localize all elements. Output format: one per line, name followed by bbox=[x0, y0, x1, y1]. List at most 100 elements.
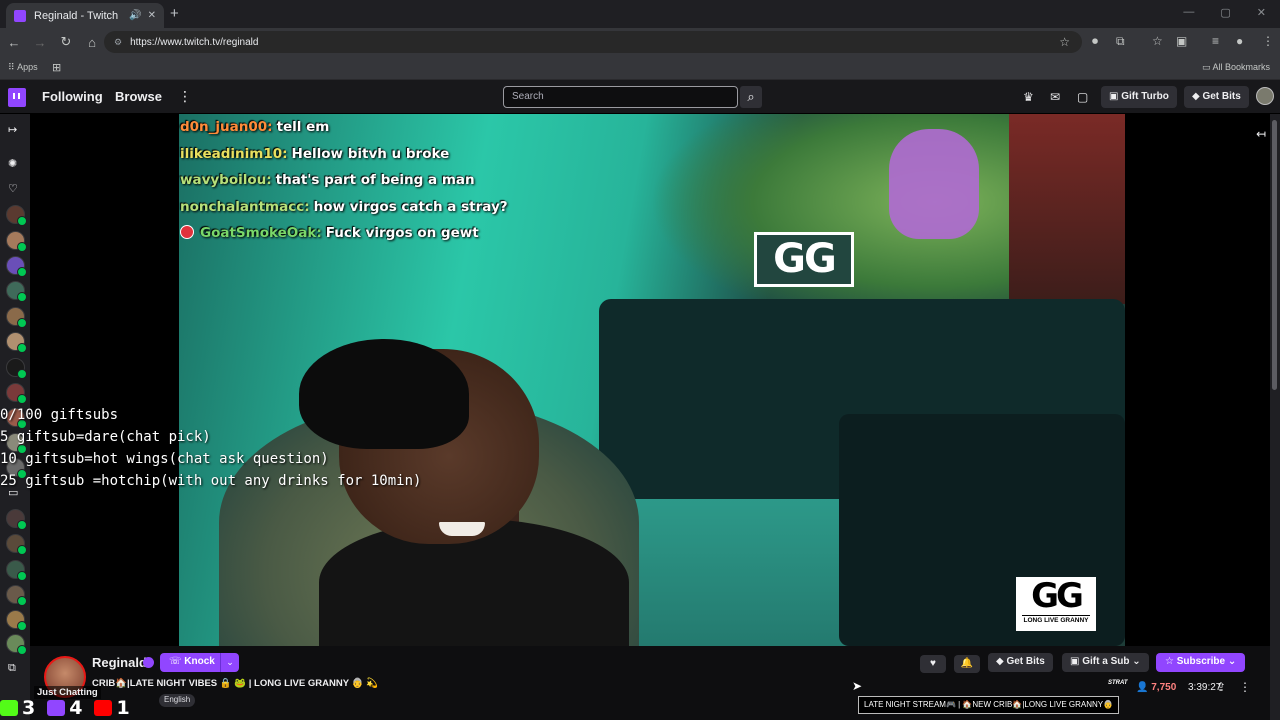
all-bookmarks[interactable]: ▭ All Bookmarks bbox=[1202, 62, 1270, 73]
maximize-icon[interactable]: ▢ bbox=[1220, 6, 1230, 19]
extension-record-icon[interactable]: ⏺ bbox=[1092, 34, 1098, 49]
user-avatar[interactable] bbox=[1256, 87, 1274, 105]
notifications-bell-icon[interactable]: 🔔 bbox=[954, 655, 980, 673]
gift-turbo-button[interactable]: ▣ Gift Turbo bbox=[1101, 86, 1177, 108]
channel-avatar[interactable] bbox=[6, 509, 27, 530]
window-controls: — ▢ ✕ bbox=[1183, 6, 1266, 19]
channel-avatar[interactable] bbox=[6, 383, 27, 404]
page-scrollbar[interactable] bbox=[1270, 114, 1280, 720]
twitch-count: 4 bbox=[69, 697, 83, 719]
channel-avatar[interactable] bbox=[6, 307, 27, 328]
get-bits-label: Get Bits bbox=[1202, 91, 1241, 102]
video-player[interactable]: GG d0n_juan00: tell em ilikeadinim10: Hell… bbox=[30, 114, 1270, 646]
apps-bookmark[interactable]: ⠿ Apps bbox=[8, 62, 38, 73]
channel-avatar[interactable] bbox=[6, 205, 27, 226]
apps-label: Apps bbox=[17, 62, 38, 72]
browser-tab[interactable]: Reginald - Twitch 🔊 ✕ bbox=[6, 3, 164, 28]
gift-sub-button[interactable]: ▣ Gift a Sub ⌄ bbox=[1062, 653, 1149, 672]
gg-overlay-logo: GG LONG LIVE GRANNY bbox=[1016, 577, 1096, 631]
clip-icon[interactable]: ⧉ bbox=[8, 662, 16, 675]
channel-avatar[interactable] bbox=[6, 634, 27, 655]
site-info-icon[interactable]: ⚙ bbox=[114, 37, 122, 48]
minimize-icon[interactable]: — bbox=[1183, 6, 1194, 19]
channel-avatar[interactable] bbox=[6, 231, 27, 252]
channel-avatar[interactable] bbox=[6, 585, 27, 606]
language-tag[interactable]: English bbox=[159, 694, 196, 707]
get-bits-label: Get Bits bbox=[1006, 656, 1045, 667]
channel-avatar[interactable] bbox=[6, 256, 27, 277]
url-input[interactable]: ⚙ https://www.twitch.tv/reginald ☆ bbox=[104, 31, 1082, 53]
inbox-icon[interactable]: ✉ bbox=[1050, 90, 1060, 104]
chat-username: d0n_juan00: bbox=[180, 119, 273, 135]
gift-goal-line: 10 giftsub=hot wings(chat ask question) bbox=[0, 451, 329, 467]
close-window-icon[interactable]: ✕ bbox=[1257, 6, 1266, 19]
recommended-icon[interactable]: ✺ bbox=[8, 157, 17, 170]
home-icon[interactable]: ⌂ bbox=[80, 35, 104, 50]
knock-button[interactable]: ☏ Knock bbox=[160, 653, 224, 672]
heart-icon[interactable]: ♡ bbox=[8, 182, 18, 195]
chat-text: how virgos catch a stray? bbox=[313, 198, 508, 215]
get-bits-button[interactable]: ◆ Get Bits bbox=[1184, 86, 1249, 108]
tab-title: Reginald - Twitch bbox=[34, 9, 119, 22]
scrollbar-thumb[interactable] bbox=[1272, 120, 1277, 390]
collections-icon[interactable]: ▣ bbox=[1176, 34, 1187, 48]
kick-icon bbox=[0, 700, 18, 716]
speaker-icon[interactable]: 🔊 bbox=[129, 10, 141, 21]
viewer-count: 👤 7,750 bbox=[1136, 682, 1177, 693]
extensions-puzzle-icon[interactable]: ⧉ bbox=[1116, 34, 1125, 49]
channel-avatar[interactable] bbox=[6, 534, 27, 555]
nav-browse[interactable]: Browse bbox=[115, 89, 162, 104]
nav-following[interactable]: Following bbox=[42, 89, 103, 104]
wall-gg-sign: GG bbox=[754, 232, 854, 287]
chat-message: wavyboilou: that's part of being a man bbox=[180, 171, 510, 191]
channel-avatar[interactable] bbox=[6, 560, 27, 581]
stream-title: CRIB🏠|LATE NIGHT VIBES 🔒 🐸 | LONG LIVE G… bbox=[92, 678, 378, 689]
stream-info-bar: Reginald ☏ Knock ⌄ CRIB🏠|LATE NIGHT VIBE… bbox=[0, 646, 1270, 720]
all-bookmarks-label: All Bookmarks bbox=[1212, 62, 1270, 72]
channel-avatar[interactable] bbox=[6, 281, 27, 302]
chat-username: nonchalantmacc: bbox=[180, 198, 310, 215]
twitch-logo-icon[interactable] bbox=[8, 88, 26, 107]
browser-tabbar: Reginald - Twitch 🔊 ✕ + — ▢ ✕ bbox=[0, 0, 1280, 28]
reload-icon[interactable]: ↻ bbox=[54, 34, 78, 50]
new-tab-icon[interactable]: + bbox=[170, 5, 179, 22]
channel-avatar[interactable] bbox=[6, 332, 27, 353]
chat-text: Hellow bitvh u broke bbox=[291, 145, 450, 162]
search-input[interactable]: Search bbox=[503, 86, 738, 108]
crown-icon[interactable]: ♛ bbox=[1023, 90, 1034, 104]
browser-menu-icon[interactable]: ⋮ bbox=[1262, 34, 1274, 48]
expand-sidebar-icon[interactable]: ↦ bbox=[8, 123, 17, 136]
follow-heart-icon[interactable]: ♥ bbox=[920, 655, 946, 673]
chat-message: GoatSmokeOak: Fuck virgos on gewt bbox=[180, 224, 510, 244]
streamer-name[interactable]: Reginald bbox=[92, 655, 147, 670]
chat-text: that's part of being a man bbox=[275, 172, 475, 188]
more-options-icon[interactable]: ⋮ bbox=[1239, 680, 1251, 694]
whispers-icon[interactable]: ▢ bbox=[1077, 90, 1088, 104]
forward-icon[interactable]: → bbox=[28, 35, 52, 50]
close-tab-icon[interactable]: ✕ bbox=[148, 10, 156, 21]
get-bits-button[interactable]: ◆ Get Bits bbox=[988, 653, 1053, 672]
favorites-icon[interactable]: ☆ bbox=[1152, 34, 1163, 48]
collapse-chat-icon[interactable]: ↤ bbox=[1256, 127, 1266, 141]
bookmark-star-icon[interactable]: ☆ bbox=[1059, 35, 1070, 49]
channel-avatar[interactable] bbox=[6, 358, 27, 379]
menu-lines-icon[interactable]: ≡ bbox=[1212, 34, 1219, 48]
profile-icon[interactable]: ● bbox=[1236, 34, 1243, 48]
more-menu-icon[interactable]: ⋮ bbox=[178, 88, 192, 105]
verified-badge-icon bbox=[143, 657, 154, 668]
wall-red-panel bbox=[1009, 114, 1125, 304]
chat-overlay: d0n_juan00: tell em ilikeadinim10: Hellow … bbox=[180, 118, 510, 251]
back-icon[interactable]: ← bbox=[2, 35, 26, 50]
kick-count: 3 bbox=[22, 697, 36, 719]
subscribe-button[interactable]: ☆ Subscribe ⌄ bbox=[1156, 653, 1246, 672]
grid-icon[interactable]: ⊞ bbox=[52, 61, 61, 74]
viewer-count-value: 7,750 bbox=[1151, 682, 1177, 693]
channel-avatar[interactable] bbox=[6, 610, 27, 631]
gift-goal-line: 25 giftsub =hotchip(with out any drinks … bbox=[0, 473, 422, 489]
chevron-down-icon[interactable]: ⌄ bbox=[220, 653, 239, 672]
subscribe-label: Subscribe bbox=[1176, 656, 1226, 667]
search-icon[interactable]: ⌕ bbox=[740, 86, 762, 108]
share-icon[interactable]: ⇪ bbox=[1216, 680, 1226, 694]
chat-message: ilikeadinim10: Hellow bitvh u broke bbox=[180, 145, 510, 165]
gift-goal-line: 0/100 giftsubs bbox=[0, 407, 119, 423]
